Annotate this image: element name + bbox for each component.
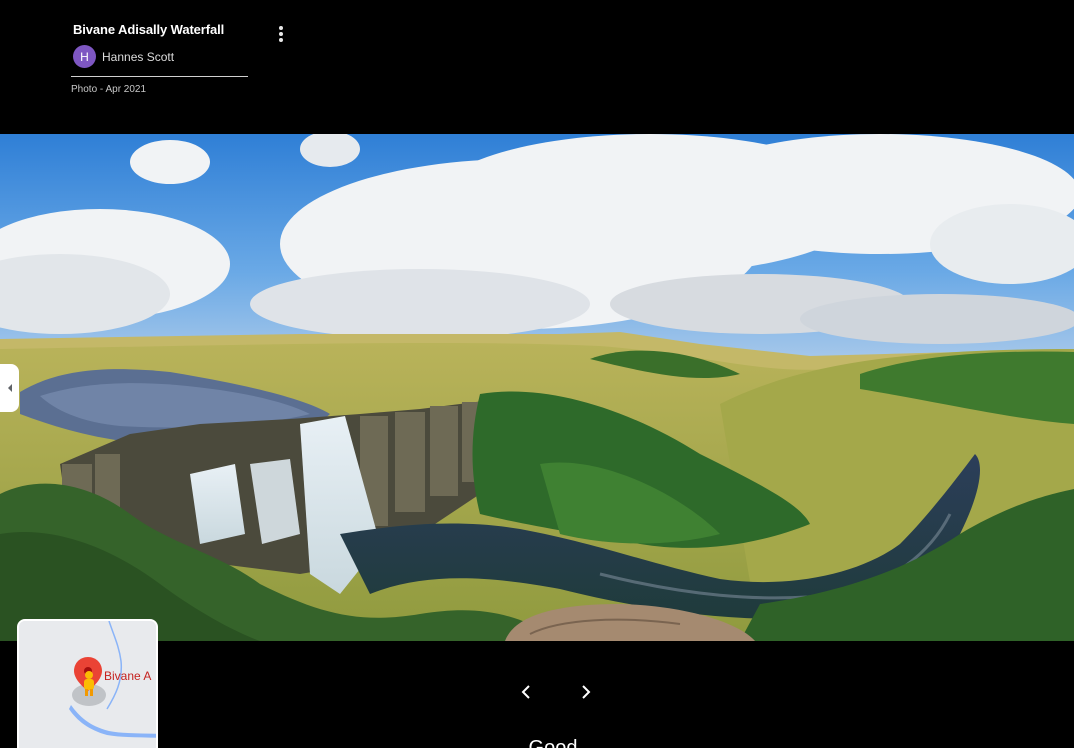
next-photo-button[interactable] [574, 680, 598, 704]
waterfall-photo [0, 134, 1074, 641]
bottom-heading: Good [528, 737, 578, 748]
chevron-left-icon [7, 384, 12, 392]
chevron-left-icon [521, 685, 530, 699]
minimap-map [19, 621, 156, 748]
chevron-right-icon [582, 685, 591, 699]
divider [71, 76, 248, 77]
minimap[interactable]: Bivane A [17, 619, 158, 748]
author-name[interactable]: Hannes Scott [102, 50, 174, 64]
more-vert-icon [279, 26, 283, 42]
avatar[interactable]: H [73, 45, 96, 68]
place-title[interactable]: Bivane Adisally Waterfall [73, 22, 224, 37]
author-row[interactable]: H Hannes Scott [73, 45, 174, 68]
minimap-place-label: Bivane A [104, 669, 152, 683]
main-photo[interactable] [0, 134, 1074, 641]
collapse-panel-button[interactable] [0, 364, 19, 412]
more-options-button[interactable] [270, 22, 292, 46]
previous-photo-button[interactable] [514, 680, 538, 704]
photo-date: Photo - Apr 2021 [71, 84, 147, 95]
